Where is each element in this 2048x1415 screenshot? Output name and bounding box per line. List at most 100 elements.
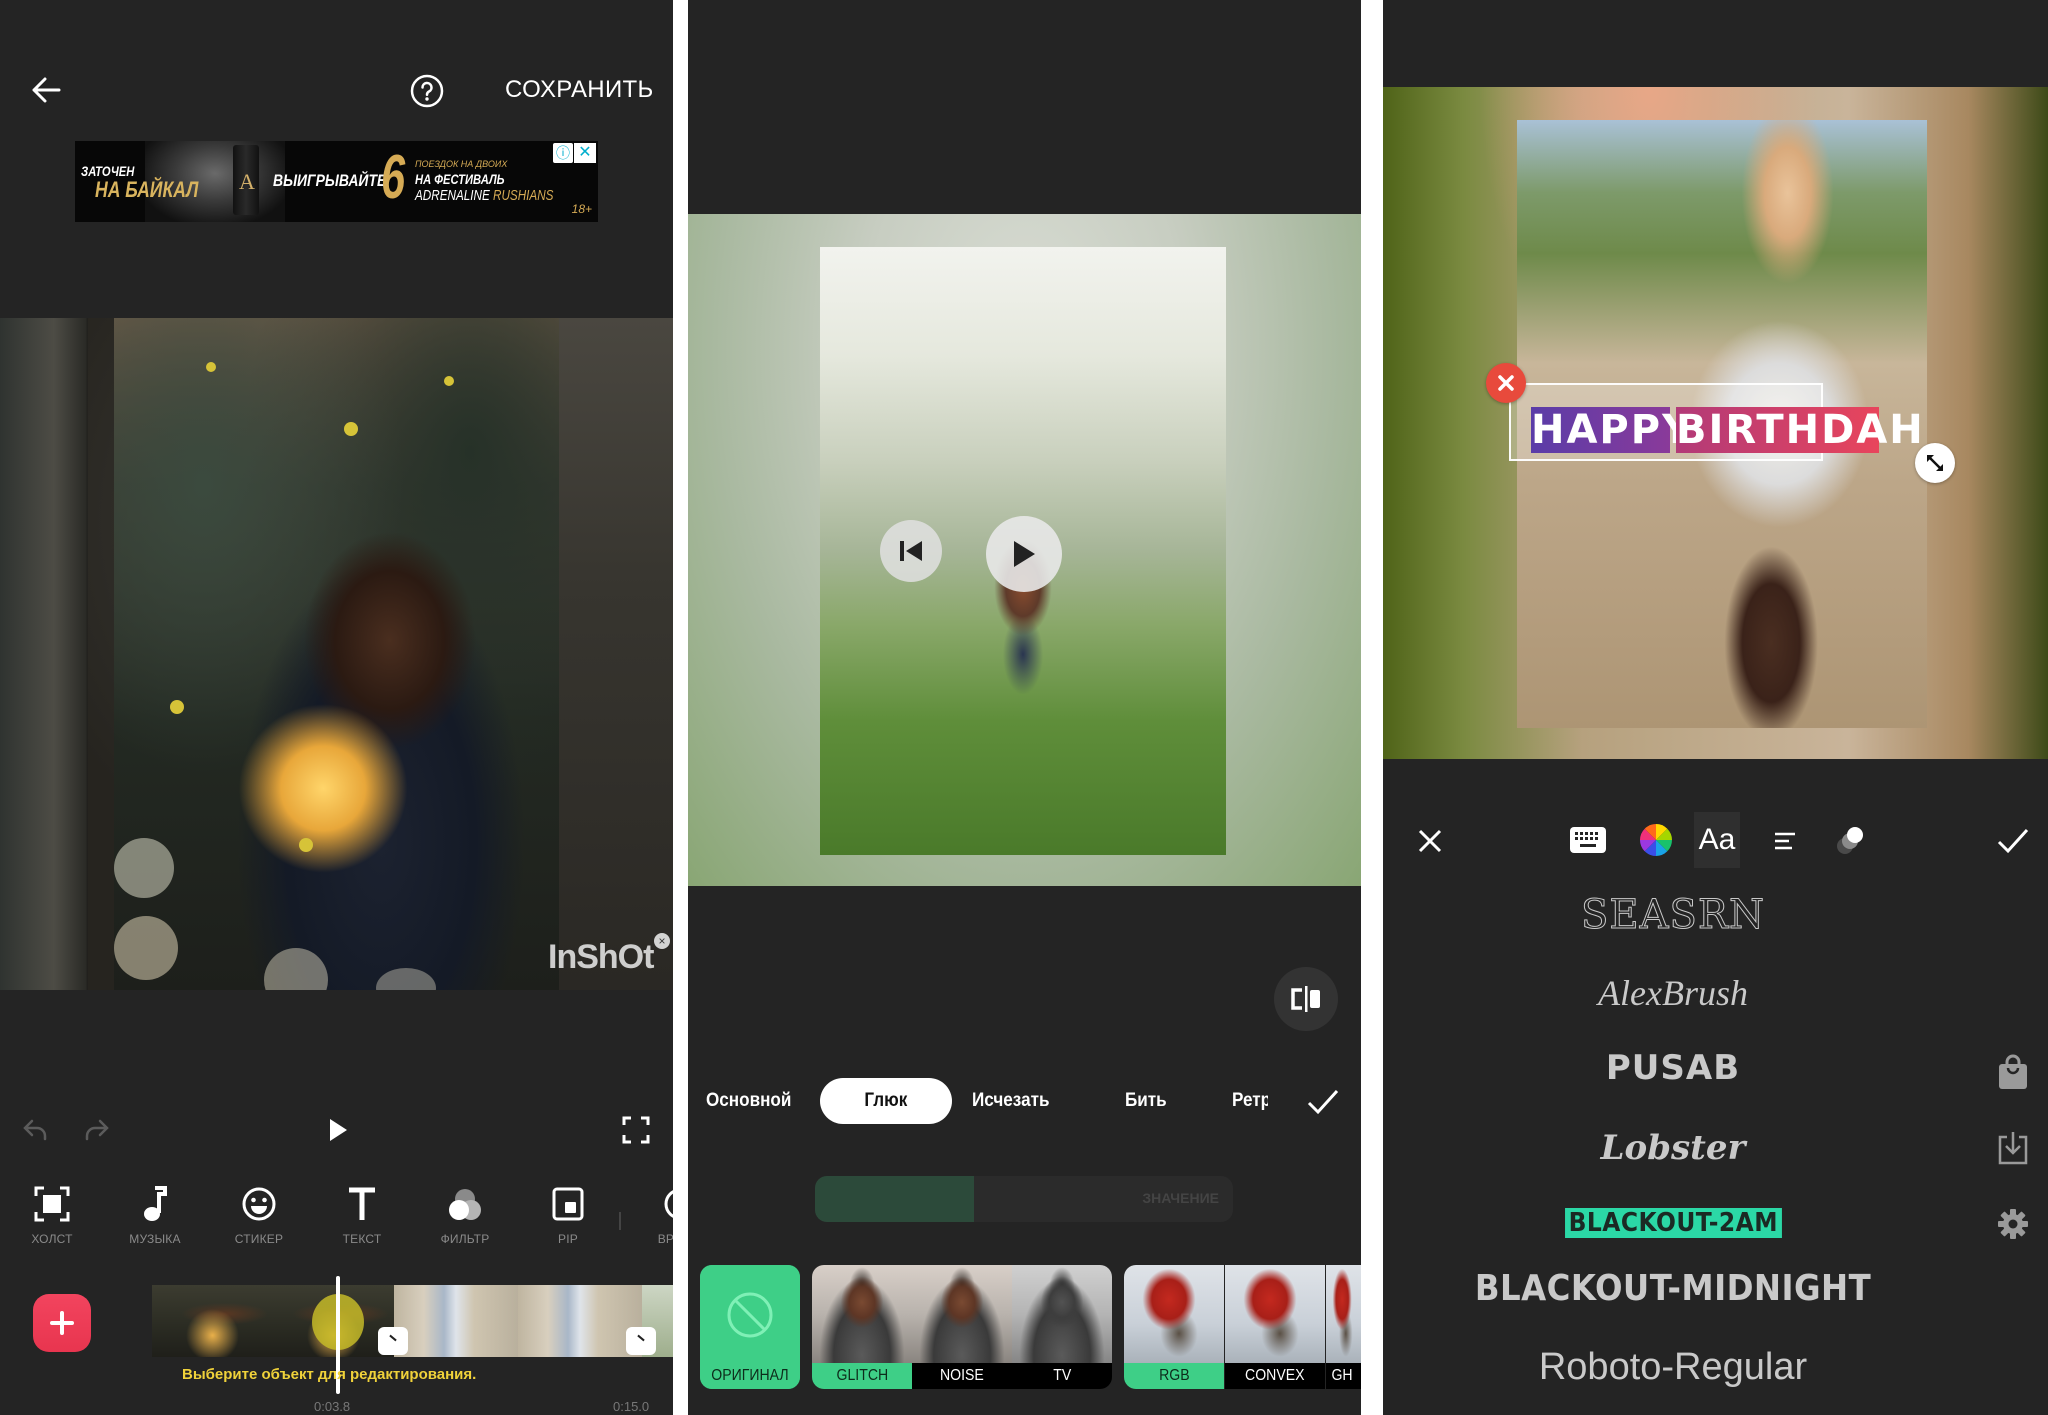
ad-promo-brand: ADRENALINE RUSHIANS (415, 187, 554, 204)
bokeh (264, 948, 328, 990)
save-button[interactable]: СОХРАНИТЬ (505, 76, 654, 104)
close-button[interactable] (1413, 824, 1447, 858)
effect-ghost[interactable]: GH (1326, 1265, 1361, 1389)
effect-glitch[interactable]: GLITCH (812, 1265, 912, 1389)
font-item[interactable]: SEASRN (1383, 892, 1963, 939)
tab-glitch[interactable]: Глюк (820, 1078, 952, 1124)
bokeh (344, 422, 358, 436)
shopping-bag-icon (1999, 1054, 2027, 1089)
checkmark-icon (1307, 1089, 1339, 1115)
bokeh (444, 376, 454, 386)
help-button[interactable] (404, 68, 450, 114)
font-store-button[interactable] (1991, 1050, 2035, 1094)
effect-strength-slider[interactable]: ЗНАЧЕНИЕ (815, 1176, 1233, 1222)
ad-age-rating: 18+ (571, 202, 592, 216)
ad-line2: НА БАЙКАЛ (95, 177, 199, 202)
bokeh (299, 838, 313, 852)
overlay-word-2: BIRTHDAH (1676, 407, 1925, 453)
editor-panel: СОХРАНИТЬ A ЗАТОЧЕН НА БАЙКАЛ ВЫИГРЫВАЙТ… (0, 0, 673, 1415)
plus-icon (50, 1311, 74, 1335)
compare-button[interactable] (1274, 967, 1338, 1031)
text-overlay[interactable]: HAPPY BIRTHDAH (1509, 383, 1923, 461)
tool-filter[interactable]: ФИЛЬТР (415, 1182, 515, 1262)
add-clip-button[interactable] (33, 1294, 91, 1352)
font-item[interactable]: Lobster (1383, 1128, 1963, 1168)
import-icon (1998, 1132, 2028, 1165)
font-item[interactable]: BLACKOUT-MIDNIGHT (1412, 1268, 1934, 1309)
tool-text[interactable]: ТЕКСТ (312, 1182, 412, 1262)
bokeh (376, 968, 436, 990)
effect-noise[interactable]: NOISE (912, 1265, 1012, 1389)
close-icon (1418, 829, 1442, 853)
font-settings-button[interactable] (1991, 1202, 2035, 1246)
tab-retro[interactable]: Ретро (1232, 1078, 1268, 1124)
remove-watermark-button[interactable]: × (654, 933, 670, 949)
bokeh (114, 838, 174, 898)
effect-thumbnail (1326, 1265, 1361, 1363)
smiley-icon (242, 1187, 276, 1221)
tool-music[interactable]: МУЗЫКА (105, 1182, 205, 1262)
font-item[interactable]: PUSAB (1383, 1048, 1963, 1088)
compare-icon (1291, 986, 1320, 1012)
shadow-icon (1837, 827, 1863, 854)
tool-pip[interactable]: PIP (518, 1182, 618, 1262)
fullscreen-button[interactable] (618, 1112, 654, 1148)
shadow-button[interactable] (1830, 820, 1870, 860)
effects-panel: Основной Глюк Исчезать Бить Ретро ЗНАЧЕН… (688, 0, 1361, 1415)
total-time: 0:15.0 (613, 1399, 650, 1414)
preview-blur-edge (559, 318, 673, 990)
ad-close-icon[interactable]: ✕ (574, 143, 596, 163)
skip-back-icon (900, 541, 922, 561)
align-button[interactable] (1768, 826, 1802, 856)
effect-tv[interactable]: TV (1012, 1265, 1112, 1389)
tab-fade[interactable]: Исчезать (972, 1078, 1049, 1124)
undo-button[interactable] (18, 1112, 54, 1148)
video-preview[interactable] (114, 318, 559, 990)
delete-text-button[interactable] (1486, 363, 1526, 403)
effect-thumbnail (812, 1265, 912, 1363)
tool-time[interactable]: ВРЕ (620, 1182, 673, 1262)
toolbar-divider (619, 1212, 621, 1230)
play-button[interactable] (986, 516, 1062, 592)
color-button[interactable] (1636, 820, 1676, 860)
tab-basic[interactable]: Основной (706, 1078, 791, 1124)
font-item[interactable]: Roboto-Regular (1383, 1346, 1963, 1389)
current-time: 0:03.8 (314, 1399, 351, 1414)
effect-convex[interactable]: CONVEX (1225, 1265, 1325, 1389)
scale-rotate-handle[interactable] (1915, 443, 1955, 483)
effect-rgb[interactable]: RGB (1124, 1265, 1224, 1389)
effect-thumbnail (912, 1265, 1012, 1363)
font-item[interactable]: AlexBrush (1383, 972, 1963, 1014)
apply-button[interactable] (1306, 1086, 1340, 1118)
tab-beat[interactable]: Бить (1125, 1078, 1167, 1124)
tool-canvas[interactable]: ХОЛСТ (2, 1182, 102, 1262)
transition-button[interactable] (378, 1327, 408, 1355)
redo-button[interactable] (78, 1112, 114, 1148)
rewind-button[interactable] (880, 520, 942, 582)
ad-cta: ВЫИГРЫВАЙТЕ (273, 171, 387, 190)
import-font-button[interactable] (1991, 1126, 2035, 1170)
keyboard-button[interactable] (1568, 822, 1608, 858)
confirm-button[interactable] (1995, 824, 2031, 858)
timeline-track[interactable] (152, 1285, 673, 1357)
slider-fill (815, 1176, 974, 1222)
ad-info-icon[interactable]: ⓘ (553, 143, 573, 163)
arrow-left-icon (32, 77, 61, 103)
back-button[interactable] (24, 70, 68, 110)
text-panel: HAPPY BIRTHDAH Aa SEASRN AlexBrush PUSAB… (1383, 0, 2048, 1415)
bokeh (114, 916, 178, 980)
effect-original[interactable]: ОРИГИНАЛ (700, 1265, 800, 1389)
transition-button[interactable] (626, 1327, 656, 1355)
ad-banner[interactable]: A ЗАТОЧЕН НА БАЙКАЛ ВЫИГРЫВАЙТЕ 6 ПОЕЗДО… (75, 141, 598, 222)
tool-sticker[interactable]: СТИКЕР (209, 1182, 309, 1262)
font-item-selected[interactable]: BLACKOUT-2AM (1383, 1208, 1963, 1238)
font-tab[interactable]: Aa (1694, 812, 1740, 868)
timeline-clip[interactable] (394, 1285, 642, 1357)
bokeh (170, 700, 184, 714)
text-icon (349, 1187, 375, 1220)
pip-icon (552, 1187, 584, 1221)
ad-number: 6 (381, 143, 406, 212)
play-button[interactable] (320, 1112, 356, 1148)
inshot-watermark[interactable]: InShOt (548, 938, 654, 977)
help-circle-icon (410, 74, 444, 108)
